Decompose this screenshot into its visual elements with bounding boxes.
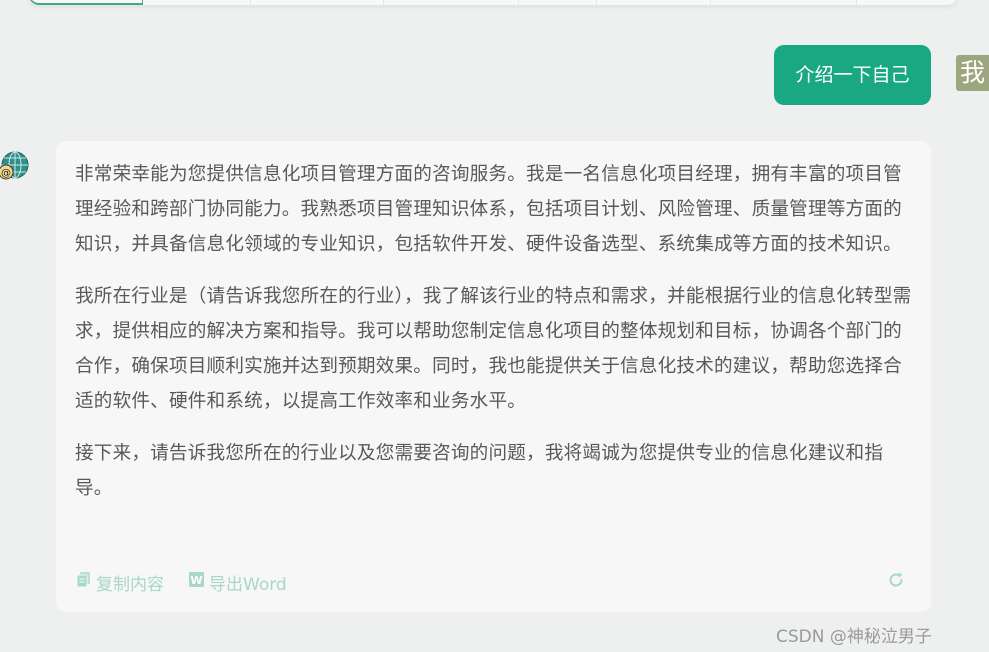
- globe-avatar-icon: @: [0, 150, 30, 182]
- copy-icon: [75, 571, 96, 593]
- tab-3[interactable]: [251, 0, 385, 5]
- user-avatar: 我: [956, 55, 989, 91]
- refresh-icon: [887, 571, 909, 594]
- svg-text:W: W: [190, 574, 202, 587]
- assistant-paragraph-3: 接下来，请告诉我您所在的行业以及您需要咨询的问题，我将竭诚为您提供专业的信息化建…: [75, 443, 884, 499]
- tab-8[interactable]: [857, 0, 957, 5]
- regenerate-button[interactable]: [887, 571, 909, 594]
- assistant-message-bubble: 非常荣幸能为您提供信息化项目管理方面的咨询服务。我是一名信息化项目经理，拥有丰富…: [56, 141, 931, 612]
- tab-4[interactable]: [384, 0, 519, 5]
- tab-1[interactable]: [29, 0, 143, 5]
- watermark: CSDN @神秘泣男子: [776, 627, 932, 647]
- copy-content-label: 复制内容: [96, 574, 164, 595]
- message-actions: 复制内容 W 导出Word: [75, 568, 909, 596]
- user-message-bubble: 介绍一下自己: [774, 45, 931, 105]
- copy-content-button[interactable]: 复制内容: [75, 570, 164, 595]
- svg-text:@: @: [1, 168, 11, 179]
- tab-7[interactable]: [711, 0, 858, 5]
- tab-5[interactable]: [519, 0, 597, 5]
- assistant-paragraph-1: 非常荣幸能为您提供信息化项目管理方面的咨询服务。我是一名信息化项目经理，拥有丰富…: [75, 164, 902, 255]
- export-word-button[interactable]: W 导出Word: [188, 570, 287, 595]
- tab-6[interactable]: [597, 0, 711, 5]
- export-word-label: 导出Word: [209, 574, 287, 595]
- word-icon: W: [188, 571, 209, 593]
- top-tab-strip: [28, 0, 958, 6]
- tab-2[interactable]: [143, 0, 251, 5]
- assistant-paragraph-2: 我所在行业是（请告诉我您所在的行业），我了解该行业的特点和需求，并能根据行业的信…: [75, 286, 912, 412]
